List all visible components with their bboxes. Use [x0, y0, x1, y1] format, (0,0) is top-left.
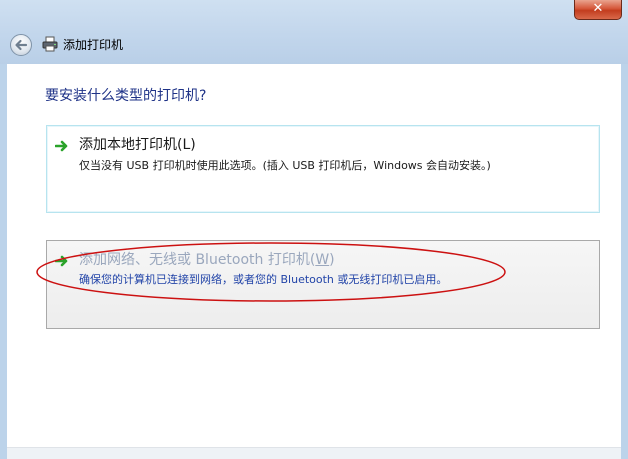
- add-network-printer-option[interactable]: 添加网络、无线或 Bluetooth 打印机(W) 确保您的计算机已连接到网络，…: [46, 240, 600, 329]
- close-icon: ✕: [592, 1, 604, 16]
- option-title: 添加网络、无线或 Bluetooth 打印机(W): [79, 250, 335, 270]
- option-title-end: ): [329, 252, 335, 268]
- window-title-bar: [0, 0, 628, 64]
- wizard-button-bar: [7, 447, 621, 459]
- option-title: 添加本地打印机(L): [79, 137, 196, 153]
- window-title: 添加打印机: [63, 38, 124, 52]
- option-description: 确保您的计算机已连接到网络，或者您的 Bluetooth 或无线打印机已启用。: [79, 273, 448, 286]
- green-arrow-icon: [55, 255, 68, 267]
- page-heading: 要安装什么类型的打印机?: [45, 88, 207, 104]
- option-accelerator-key: W: [315, 252, 330, 268]
- option-title-text: 添加网络、无线或 Bluetooth 打印机(: [79, 252, 316, 268]
- close-button[interactable]: ✕: [574, 0, 622, 20]
- back-button[interactable]: [10, 34, 32, 56]
- printer-icon: [42, 36, 58, 52]
- wizard-content: 要安装什么类型的打印机? 添加本地打印机(L) 仅当没有 USB 打印机时使用此…: [7, 64, 621, 459]
- add-local-printer-option[interactable]: 添加本地打印机(L) 仅当没有 USB 打印机时使用此选项。(插入 USB 打印…: [46, 125, 600, 213]
- green-arrow-icon: [55, 140, 68, 152]
- back-arrow-icon: [15, 39, 28, 51]
- option-description: 仅当没有 USB 打印机时使用此选项。(插入 USB 打印机后，Windows …: [79, 159, 491, 172]
